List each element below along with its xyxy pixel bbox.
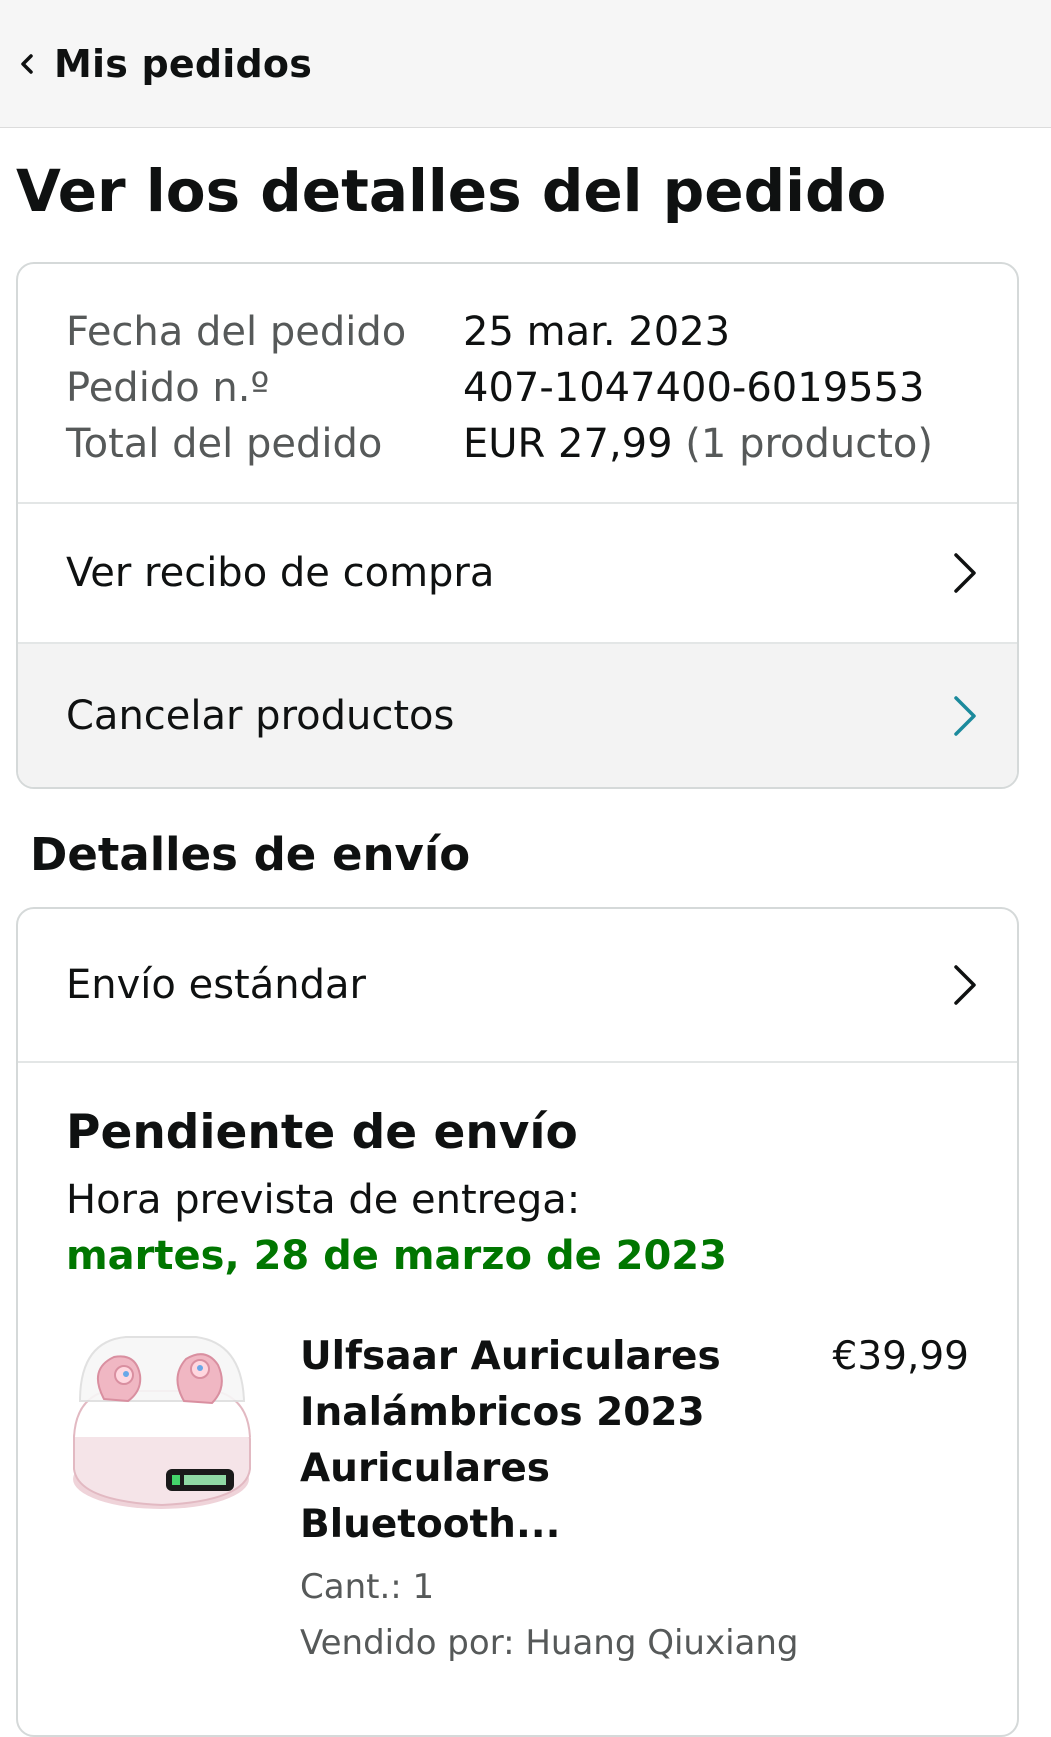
product-title[interactable]: Ulfsaar Auriculares Inalámbricos 2023 Au… (300, 1329, 820, 1553)
product-item[interactable]: Ulfsaar Auriculares Inalámbricos 2023 Au… (66, 1329, 1017, 1671)
order-number-row: Pedido n.º 407-1047400-6019553 (66, 360, 1017, 416)
view-receipt-label: Ver recibo de compra (66, 550, 495, 596)
shipment-status: Pendiente de envío Hora prevista de entr… (18, 1063, 1017, 1671)
product-image[interactable] (66, 1329, 256, 1519)
order-date-label: Fecha del pedido (66, 309, 407, 355)
top-bar: Mis pedidos (0, 0, 1051, 128)
order-date-value: 25 mar. 2023 (463, 309, 731, 355)
order-number-value: 407-1047400-6019553 (463, 365, 925, 411)
order-total-label: Total del pedido (66, 421, 383, 467)
product-title-line: Ulfsaar Auriculares (300, 1334, 721, 1379)
order-total-amount: EUR 27,99 (463, 421, 673, 467)
chevron-right-icon (951, 694, 979, 738)
shipping-section-title: Detalles de envío (30, 828, 471, 881)
back-to-orders-button[interactable]: Mis pedidos (16, 42, 312, 86)
shipment-status-title: Pendiente de envío (66, 1105, 578, 1160)
eta-label: Hora prevista de entrega: (66, 1177, 581, 1223)
order-number-label: Pedido n.º (66, 365, 270, 411)
eta-date: martes, 28 de marzo de 2023 (66, 1233, 727, 1279)
product-title-line: Inalámbricos 2023 (300, 1390, 705, 1435)
page-title: Ver los detalles del pedido (16, 157, 887, 225)
chevron-right-icon (951, 963, 979, 1007)
cancel-products-label: Cancelar productos (66, 692, 455, 739)
product-price: €39,99 (832, 1334, 969, 1379)
order-total-value: EUR 27,99 (1 producto) (463, 416, 933, 472)
order-date-row: Fecha del pedido 25 mar. 2023 (66, 304, 1017, 360)
order-info: Fecha del pedido 25 mar. 2023 Pedido n.º… (18, 264, 1017, 504)
order-total-row: Total del pedido EUR 27,99 (1 producto) (66, 416, 1017, 472)
shipping-method-row[interactable]: Envío estándar (18, 909, 1017, 1063)
cancel-products-row[interactable]: Cancelar productos (18, 644, 1017, 787)
chevron-left-icon (16, 53, 38, 75)
shipping-card: Envío estándar Pendiente de envío Hora p… (16, 907, 1019, 1737)
order-summary-card: Fecha del pedido 25 mar. 2023 Pedido n.º… (16, 262, 1019, 789)
back-label: Mis pedidos (54, 41, 313, 86)
product-seller: Vendido por: Huang Qiuxiang (300, 1623, 799, 1663)
product-title-line: Bluetooth... (300, 1502, 561, 1547)
product-title-line: Auriculares (300, 1446, 551, 1491)
view-receipt-row[interactable]: Ver recibo de compra (18, 504, 1017, 644)
product-quantity: Cant.: 1 (300, 1567, 435, 1607)
shipping-method-label: Envío estándar (66, 962, 366, 1008)
chevron-right-icon (951, 551, 979, 595)
product-info: Ulfsaar Auriculares Inalámbricos 2023 Au… (300, 1329, 820, 1671)
order-total-count: (1 producto) (685, 421, 933, 467)
